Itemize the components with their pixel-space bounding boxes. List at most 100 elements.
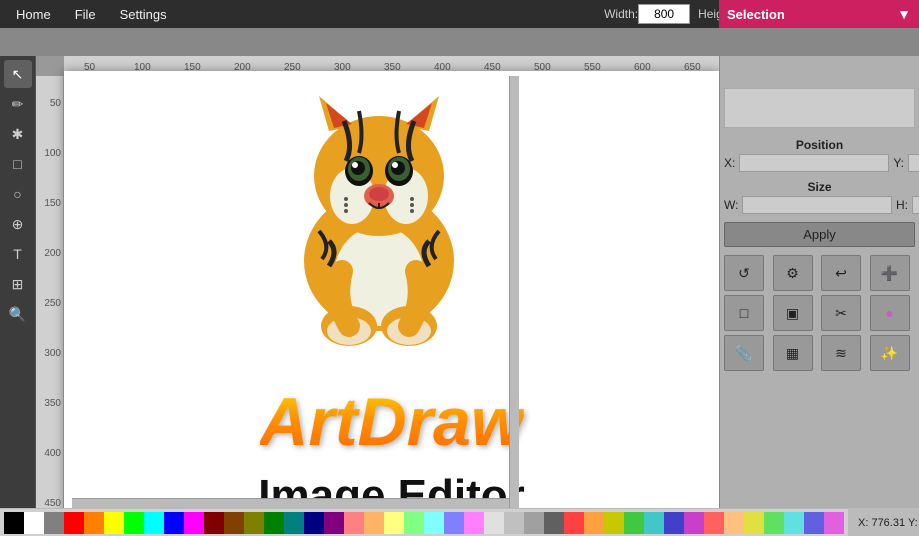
palette-color[interactable] xyxy=(204,512,224,534)
palette-color[interactable] xyxy=(384,512,404,534)
tiger-image xyxy=(274,81,484,346)
palette-color[interactable] xyxy=(444,512,464,534)
layer-back-btn[interactable]: ▣ xyxy=(773,295,813,331)
menu-file[interactable]: File xyxy=(63,3,108,26)
selection-dropdown[interactable]: ▼ xyxy=(897,6,911,22)
palette-color[interactable] xyxy=(764,512,784,534)
layer-front-btn[interactable]: □ xyxy=(724,295,764,331)
menu-home[interactable]: Home xyxy=(4,3,63,26)
wave-btn[interactable]: ≋ xyxy=(821,335,861,371)
palette-color[interactable] xyxy=(364,512,384,534)
attach-btn[interactable]: 📎 xyxy=(724,335,764,371)
palette-color[interactable] xyxy=(164,512,184,534)
size-title: Size xyxy=(724,180,915,194)
palette-color[interactable] xyxy=(24,512,44,534)
menu-settings[interactable]: Settings xyxy=(108,3,179,26)
tool-text[interactable]: T xyxy=(4,240,32,268)
apply-button[interactable]: Apply xyxy=(724,222,915,247)
canvas-white[interactable]: ArtDraw Image Editor xyxy=(64,71,719,536)
tool-rectangle[interactable]: □ xyxy=(4,150,32,178)
palette-color[interactable] xyxy=(4,512,24,534)
tool-select[interactable]: ↖ xyxy=(4,60,32,88)
wh-row: W: H: xyxy=(724,196,915,214)
h-label: H: xyxy=(896,198,908,212)
palette-color[interactable] xyxy=(604,512,624,534)
tool-crosshair[interactable]: ⊕ xyxy=(4,210,32,238)
palette-color[interactable] xyxy=(704,512,724,534)
horizontal-scrollbar[interactable] xyxy=(72,498,509,508)
palette-color[interactable] xyxy=(804,512,824,534)
canvas-background: ArtDraw Image Editor xyxy=(64,76,719,536)
palette-color[interactable] xyxy=(584,512,604,534)
tool-grid-1: ↺ ⚙ ↩ ➕ xyxy=(724,255,915,291)
palette-color[interactable] xyxy=(324,512,344,534)
pattern-btn[interactable]: ▦ xyxy=(773,335,813,371)
main-area: ↖ ✏ ✱ □ ○ ⊕ T ⊞ 🔍 50 100 150 200 250 300… xyxy=(0,56,919,536)
y-label: Y: xyxy=(893,156,904,170)
transform-path-btn[interactable]: ↩ xyxy=(821,255,861,291)
palette-color[interactable] xyxy=(304,512,324,534)
color-btn[interactable]: ● xyxy=(870,295,910,331)
clip-btn[interactable]: ✂ xyxy=(821,295,861,331)
statusbar: X: 776.31 Y: 375.20 mm xyxy=(0,508,919,536)
sparkle-btn[interactable]: ✨ xyxy=(870,335,910,371)
palette-color[interactable] xyxy=(44,512,64,534)
y-input[interactable] xyxy=(908,154,919,172)
palette-color[interactable] xyxy=(344,512,364,534)
palette-color[interactable] xyxy=(144,512,164,534)
w-label: W: xyxy=(724,198,738,212)
position-title: Position xyxy=(724,138,915,152)
palette-color[interactable] xyxy=(104,512,124,534)
tool-shape[interactable]: ✱ xyxy=(4,120,32,148)
palette-color[interactable] xyxy=(264,512,284,534)
palette-color[interactable] xyxy=(564,512,584,534)
x-label: X: xyxy=(724,156,735,170)
palette-color[interactable] xyxy=(484,512,504,534)
palette-color[interactable] xyxy=(524,512,544,534)
palette-color[interactable] xyxy=(724,512,744,534)
status-coordinates: X: 776.31 Y: 375.20 mm xyxy=(848,509,919,536)
palette-color[interactable] xyxy=(684,512,704,534)
transform-add-btn[interactable]: ➕ xyxy=(870,255,910,291)
tool-zoom[interactable]: 🔍 xyxy=(4,300,32,328)
ruler-left: 50 100 150 200 250 300 350 400 450 500 xyxy=(36,76,64,536)
tool-ellipse[interactable]: ○ xyxy=(4,180,32,208)
palette-color[interactable] xyxy=(184,512,204,534)
tool-pencil[interactable]: ✏ xyxy=(4,90,32,118)
palette-color[interactable] xyxy=(64,512,84,534)
tool-grid-3: 📎 ▦ ≋ ✨ xyxy=(724,335,915,371)
palette-color[interactable] xyxy=(424,512,444,534)
x-input[interactable] xyxy=(739,154,889,172)
x-row: X: Y: xyxy=(724,154,915,172)
palette-color[interactable] xyxy=(84,512,104,534)
palette-color[interactable] xyxy=(124,512,144,534)
width-label: Width: xyxy=(604,7,638,21)
vertical-scrollbar[interactable] xyxy=(509,76,519,508)
palette-color[interactable] xyxy=(464,512,484,534)
transform-rotate-btn[interactable]: ↺ xyxy=(724,255,764,291)
palette-color[interactable] xyxy=(644,512,664,534)
selection-preview xyxy=(724,88,915,128)
right-panel: Position X: Y: Size W: H: Apply ↺ ⚙ ↩ ➕ … xyxy=(719,56,919,536)
palette-color[interactable] xyxy=(624,512,644,534)
tool-grid-2: □ ▣ ✂ ● xyxy=(724,295,915,331)
w-input[interactable] xyxy=(742,196,892,214)
palette-color[interactable] xyxy=(664,512,684,534)
palette-color[interactable] xyxy=(404,512,424,534)
canvas-area: 50 100 150 200 250 300 350 400 450 500 5… xyxy=(36,56,719,536)
palette-color[interactable] xyxy=(544,512,564,534)
palette-color[interactable] xyxy=(824,512,844,534)
transform-nodes-btn[interactable]: ⚙ xyxy=(773,255,813,291)
palette-color[interactable] xyxy=(504,512,524,534)
palette-color[interactable] xyxy=(244,512,264,534)
left-toolbar: ↖ ✏ ✱ □ ○ ⊕ T ⊞ 🔍 xyxy=(0,56,36,536)
tool-grid[interactable]: ⊞ xyxy=(4,270,32,298)
h-input[interactable] xyxy=(912,196,919,214)
palette-color[interactable] xyxy=(224,512,244,534)
color-palette xyxy=(0,510,848,536)
palette-color[interactable] xyxy=(284,512,304,534)
palette-color[interactable] xyxy=(784,512,804,534)
width-input[interactable] xyxy=(638,4,690,24)
palette-color[interactable] xyxy=(744,512,764,534)
artdraw-title: ArtDraw xyxy=(259,383,524,461)
